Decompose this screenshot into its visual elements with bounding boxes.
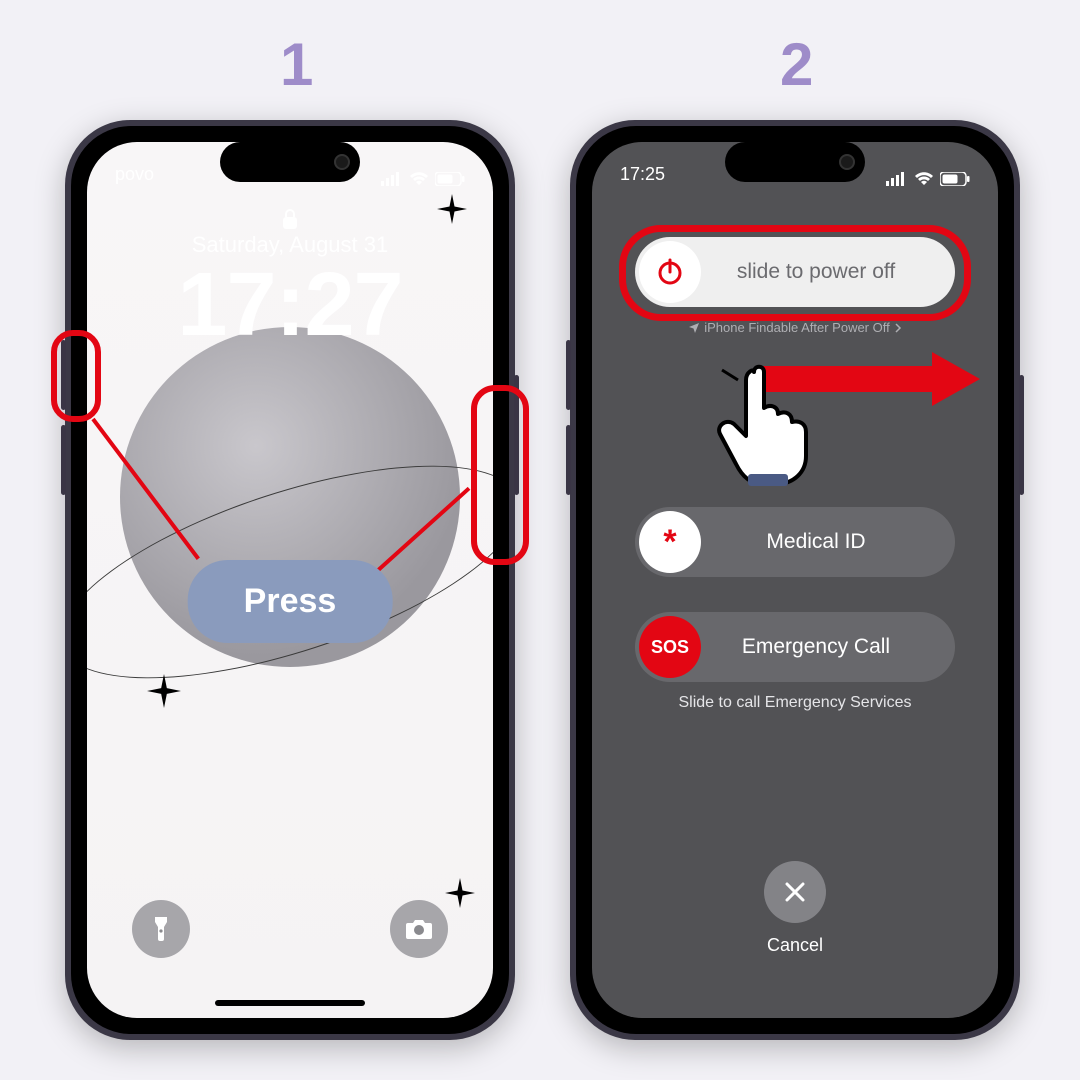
pointer-hand-icon [712,360,822,495]
location-icon [688,322,700,334]
phone-step-2: 17:25 slide to power off iPhone Findable… [570,120,1020,1040]
sos-icon: SOS [651,637,689,658]
flashlight-button[interactable] [132,900,190,958]
callout-volume-outline [51,330,101,422]
callout-power-outline [619,225,971,321]
sparkle-icon [147,674,181,708]
volume-down-button[interactable] [566,425,571,495]
cancel-label: Cancel [592,935,998,956]
screen-poweroff: 17:25 slide to power off iPhone Findable… [592,142,998,1018]
signal-icon [381,172,403,186]
sos-knob[interactable]: SOS [639,616,701,678]
callout-sidebutton-outline [471,385,529,565]
sparkle-icon [437,194,467,224]
emergency-call-label: Emergency Call [705,635,955,659]
lock-icon [281,208,299,235]
wifi-icon [409,172,429,186]
volume-up-button[interactable] [566,340,571,410]
cancel-button[interactable] [764,861,826,923]
emergency-hint: Slide to call Emergency Services [592,694,998,712]
slide-emergency-call[interactable]: SOS Emergency Call [635,612,955,682]
step-1-label: 1 [280,30,313,99]
medical-id-label: Medical ID [705,530,955,554]
status-right [381,164,465,194]
battery-icon [940,172,970,186]
status-bar: povo [87,164,493,194]
sparkle-icon [445,878,475,908]
close-icon [782,879,808,905]
carrier-label: povo [115,164,154,194]
medical-id-knob[interactable]: * [639,511,701,573]
volume-down-button[interactable] [61,425,66,495]
camera-icon [405,918,433,940]
step-2-label: 2 [780,30,813,99]
press-annotation-pill: Press [188,560,393,643]
asterisk-icon: * [663,523,676,562]
signal-icon [886,172,908,186]
flashlight-icon [151,915,171,943]
phone-step-1: povo Saturday, August 31 17:27 [65,120,515,1040]
findable-after-poweroff-hint[interactable]: iPhone Findable After Power Off [592,320,998,335]
side-button[interactable] [1019,375,1024,495]
lockscreen-time: 17:27 [87,254,493,357]
slide-medical-id[interactable]: * Medical ID [635,507,955,577]
home-indicator[interactable] [215,1000,365,1006]
findable-text: iPhone Findable After Power Off [704,320,889,335]
phone-bezel: 17:25 slide to power off iPhone Findable… [576,126,1014,1034]
status-bar: 17:25 [592,164,998,194]
status-right [886,164,970,194]
wifi-icon [914,172,934,186]
chevron-right-icon [894,323,902,333]
battery-icon [435,172,465,186]
status-time: 17:25 [620,164,665,194]
camera-button[interactable] [390,900,448,958]
